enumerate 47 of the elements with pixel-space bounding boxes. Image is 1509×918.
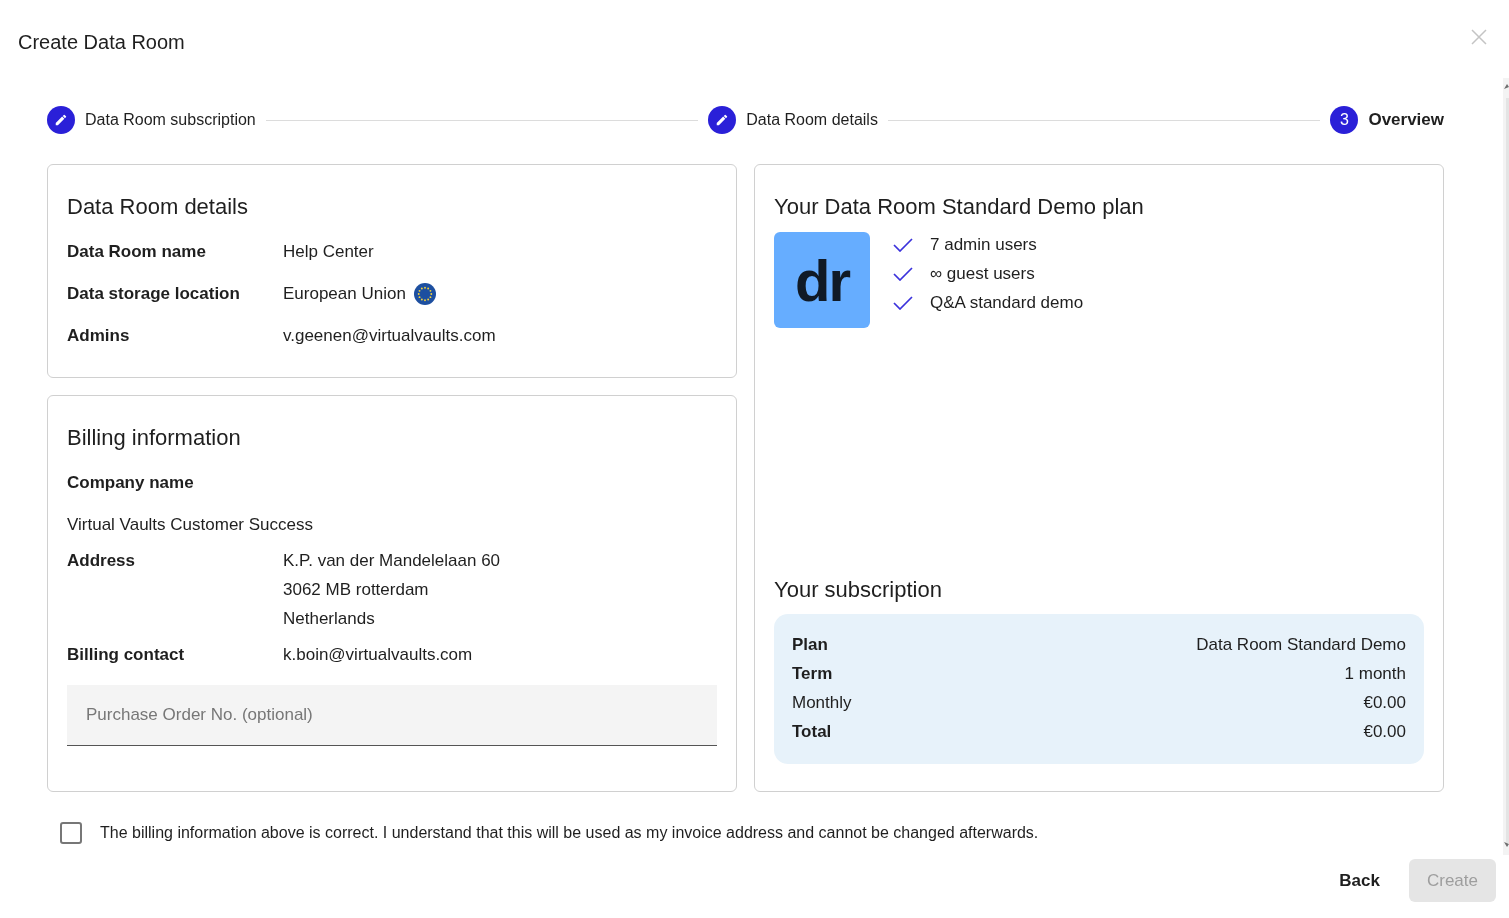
- card-title: Your Data Room Standard Demo plan: [774, 193, 1145, 221]
- purchase-order-field[interactable]: Purchase Order No. (optional): [67, 685, 717, 746]
- summary-label: Plan: [792, 634, 828, 656]
- summary-value: €0.00: [1363, 692, 1406, 714]
- card-title: Billing information: [67, 424, 242, 452]
- summary-label: Term: [792, 663, 833, 685]
- pencil-icon[interactable]: [708, 106, 737, 134]
- field-label: Billing contact: [67, 644, 186, 666]
- check-icon: [893, 266, 913, 281]
- summary-label: Monthly: [792, 692, 852, 714]
- field-label: Data Room name: [67, 241, 207, 263]
- field-value: Netherlands: [283, 608, 376, 630]
- card-title: Data Room details: [67, 193, 249, 221]
- summary-value: 1 month: [1344, 663, 1406, 685]
- step-label[interactable]: Data Room details: [746, 109, 878, 131]
- field-value: K.P. van der Mandelelaan 60: [283, 550, 502, 572]
- eu-flag-icon: [413, 282, 436, 305]
- text-button[interactable]: Back: [1327, 859, 1392, 902]
- summary-value: Data Room Standard Demo: [1196, 634, 1406, 656]
- close-icon: [1471, 29, 1487, 45]
- checkbox[interactable]: [60, 822, 82, 844]
- step-number: 3: [1330, 106, 1359, 134]
- check-icon: [893, 295, 913, 310]
- field-value: European Union: [283, 283, 406, 305]
- feature-text: Q&A standard demo: [930, 292, 1084, 314]
- field-label: Admins: [67, 325, 131, 347]
- field-label: Address: [67, 550, 137, 572]
- feature-text: 7 admin users: [930, 234, 1037, 256]
- check-icon: [893, 237, 913, 252]
- field-value: Virtual Vaults Customer Success: [67, 514, 314, 536]
- field-label: Company name: [67, 472, 195, 494]
- summary-value: €0.00: [1363, 721, 1406, 743]
- feature-text: ∞ guest users: [930, 263, 1035, 285]
- field-value: Help Center: [283, 241, 375, 263]
- field-value: 3062 MB rotterdam: [283, 579, 430, 601]
- field-value: v.geenen@virtualvaults.com: [283, 325, 497, 347]
- summary-label: Total: [792, 721, 832, 743]
- field-value: k.boin@virtualvaults.com: [283, 644, 474, 666]
- step-label[interactable]: Data Room subscription: [85, 109, 256, 131]
- card-title: Your subscription: [774, 576, 943, 604]
- field-label: Data storage location: [67, 283, 241, 305]
- agreement-text: The billing information above is correct. I understand that this will be used as my invoice address and cannot be changed afterwards.: [100, 823, 1039, 843]
- dialog-title: Create Data Room: [18, 30, 185, 55]
- step-label[interactable]: Overview: [1368, 109, 1444, 131]
- pencil-icon[interactable]: [47, 106, 75, 134]
- scrollbar[interactable]: [1503, 78, 1509, 855]
- logo: dr: [774, 232, 870, 328]
